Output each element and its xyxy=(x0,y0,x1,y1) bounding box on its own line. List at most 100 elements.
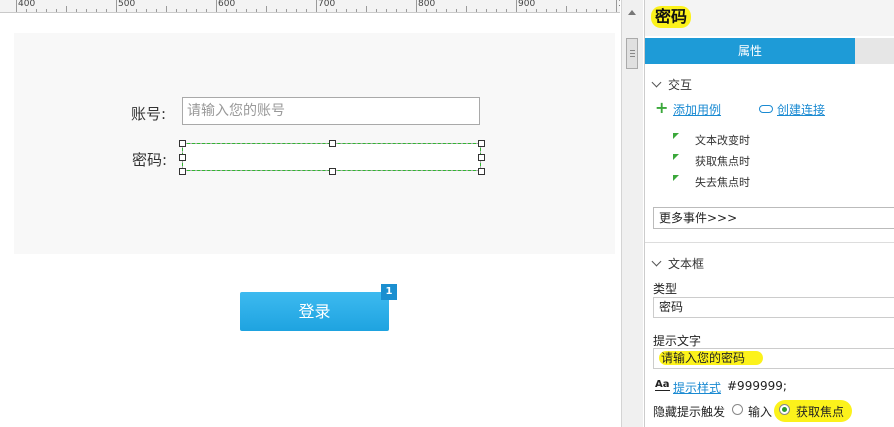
type-select[interactable]: 密码 xyxy=(653,297,894,318)
section-divider xyxy=(645,242,894,243)
ruler-tick xyxy=(596,9,597,12)
radio-input-option[interactable] xyxy=(732,404,743,415)
ruler-tick xyxy=(426,9,427,12)
ruler-tick xyxy=(326,9,327,12)
resize-handle[interactable] xyxy=(478,140,485,147)
interaction-badge[interactable]: 1 xyxy=(381,284,397,300)
ruler-tick xyxy=(516,0,517,12)
ruler-tick xyxy=(466,6,467,12)
ruler-tick xyxy=(66,6,67,12)
text-style-icon: Aa xyxy=(655,379,670,391)
ruler-tick xyxy=(386,9,387,12)
resize-handle[interactable] xyxy=(329,140,336,147)
ruler-label: 400 xyxy=(18,0,36,9)
ruler-tick xyxy=(496,9,497,12)
event-icon xyxy=(673,133,679,139)
ruler-tick xyxy=(286,9,287,12)
ruler-tick xyxy=(216,0,217,12)
ruler-label: 700 xyxy=(318,0,336,9)
ruler-tick xyxy=(116,0,117,12)
resize-handle[interactable] xyxy=(329,168,336,175)
interaction-section-header[interactable]: 交互 xyxy=(651,76,693,93)
ruler-tick xyxy=(346,9,347,12)
resize-handle[interactable] xyxy=(478,168,485,175)
scroll-thumb[interactable] xyxy=(626,38,638,69)
selection-outline xyxy=(182,143,481,171)
password-label: 密码: xyxy=(132,151,168,169)
login-button[interactable]: 登录 xyxy=(240,292,389,331)
tab-other[interactable] xyxy=(855,38,894,64)
hint-text-input[interactable]: 请输入您的密码 xyxy=(653,348,894,369)
event-icon xyxy=(673,175,679,181)
ruler-tick xyxy=(476,9,477,12)
ruler-tick xyxy=(176,9,177,12)
ruler-tick xyxy=(376,9,377,12)
ruler-tick xyxy=(316,0,317,12)
add-icon: + xyxy=(655,98,669,117)
hide-trigger-label: 隐藏提示触发 xyxy=(653,405,726,419)
ruler-tick xyxy=(186,9,187,12)
inspector-panel: 密码 属性 交互 + 添加用例 创建连接 文本改变时 获取焦点时 失去焦点时 更… xyxy=(644,0,894,427)
design-canvas[interactable] xyxy=(0,13,620,427)
hint-style-link[interactable]: 提示样式 xyxy=(673,379,721,396)
panel-title: 密码 xyxy=(651,6,692,28)
ruler-tick xyxy=(196,9,197,12)
ruler-tick xyxy=(336,9,337,12)
resize-handle[interactable] xyxy=(179,140,186,147)
link-icon xyxy=(759,105,773,113)
account-label: 账号: xyxy=(131,105,167,123)
ruler-tick xyxy=(446,9,447,12)
tab-properties[interactable]: 属性 xyxy=(645,38,855,64)
resize-handle[interactable] xyxy=(478,154,485,161)
add-case-link[interactable]: 添加用例 xyxy=(673,101,721,118)
ruler-label: 900 xyxy=(518,0,536,9)
ruler-tick xyxy=(106,9,107,12)
event-focus[interactable]: 获取焦点时 xyxy=(673,153,750,169)
event-text-changed[interactable]: 文本改变时 xyxy=(673,132,750,148)
account-input[interactable]: 请输入您的账号 xyxy=(182,97,480,125)
ruler-tick xyxy=(276,9,277,12)
vertical-scrollbar[interactable] xyxy=(621,0,643,427)
hint-label: 提示文字 xyxy=(653,334,702,348)
ruler-tick xyxy=(266,6,267,12)
ruler-tick xyxy=(526,9,527,12)
ruler-tick xyxy=(16,0,17,12)
ruler-tick xyxy=(546,9,547,12)
ruler-tick xyxy=(226,9,227,12)
ruler-tick xyxy=(296,9,297,12)
radio-input-label: 输入 xyxy=(748,405,773,419)
event-blur[interactable]: 失去焦点时 xyxy=(673,174,750,190)
scroll-up-icon[interactable] xyxy=(628,10,636,15)
ruler-tick xyxy=(396,9,397,12)
ruler-label: 600 xyxy=(218,0,236,9)
ruler-tick xyxy=(356,9,357,12)
ruler-tick xyxy=(26,9,27,12)
ruler-tick xyxy=(206,9,207,12)
resize-handle[interactable] xyxy=(179,154,186,161)
ruler-tick xyxy=(36,9,37,12)
ruler-tick xyxy=(96,9,97,12)
ruler-tick xyxy=(576,9,577,12)
chevron-down-icon xyxy=(651,256,662,267)
ruler-tick xyxy=(506,9,507,12)
radio-focus-option[interactable] xyxy=(779,404,790,415)
ruler-tick xyxy=(246,9,247,12)
resize-handle[interactable] xyxy=(179,168,186,175)
type-label: 类型 xyxy=(653,282,678,296)
ruler-tick xyxy=(556,9,557,12)
ruler-tick xyxy=(256,9,257,12)
ruler-label: 800 xyxy=(418,0,436,9)
ruler-tick xyxy=(566,6,567,12)
ruler-tick xyxy=(46,9,47,12)
ruler-tick xyxy=(536,9,537,12)
ruler-tick xyxy=(146,9,147,12)
hint-style-color: #999999; xyxy=(727,379,787,393)
more-events-dropdown[interactable]: 更多事件>>> xyxy=(653,207,894,229)
ruler-tick xyxy=(606,9,607,12)
create-link-link[interactable]: 创建连接 xyxy=(777,101,825,118)
interaction-heading: 交互 xyxy=(668,78,693,92)
ruler-tick xyxy=(56,9,57,12)
ruler-tick xyxy=(616,0,617,12)
textbox-section-header[interactable]: 文本框 xyxy=(651,255,704,272)
ruler-tick xyxy=(236,9,237,12)
